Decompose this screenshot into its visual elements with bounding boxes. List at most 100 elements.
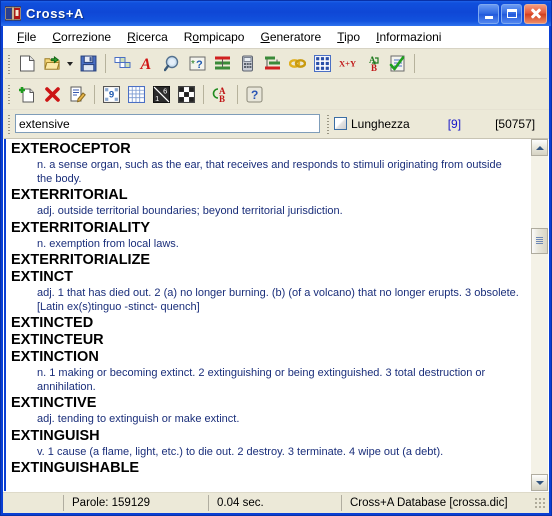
entry-word[interactable]: EXTINCTEUR xyxy=(11,332,526,349)
client-area: File Correzione Ricerca Rompicapo Genera… xyxy=(3,26,549,513)
scroll-track[interactable] xyxy=(531,156,548,474)
search-grip[interactable] xyxy=(5,113,12,134)
vertical-scrollbar[interactable] xyxy=(530,139,548,491)
scroll-up-icon xyxy=(535,145,544,150)
svg-text:B: B xyxy=(219,94,225,103)
toolbar2-separator-2 xyxy=(203,84,204,104)
dictionary-panel: EXTEROCEPTOR n. a sense organ, such as th… xyxy=(3,138,549,492)
entry-definition: adj. outside territorial boundaries; bey… xyxy=(37,205,343,217)
search-magnifier-icon[interactable] xyxy=(161,52,184,75)
blank-grid-icon[interactable] xyxy=(125,83,148,106)
menu-file[interactable]: File xyxy=(9,28,44,46)
application-window: Cross+A File Correzione Ricerca Rompicap… xyxy=(0,0,552,516)
entry-word[interactable]: EXTINCTED xyxy=(11,315,526,332)
wildcard-pattern-icon[interactable]: * ? xyxy=(186,52,209,75)
menu-informazioni[interactable]: Informazioni xyxy=(368,28,449,46)
menu-rompicapo[interactable]: Rompicapo xyxy=(176,28,253,46)
status-time: 0.04 sec. xyxy=(208,495,341,511)
close-icon xyxy=(530,8,541,19)
selected-count: [9] xyxy=(447,116,462,131)
toolbar2-separator-1 xyxy=(94,84,95,104)
add-word-icon[interactable] xyxy=(16,83,39,106)
minimize-button[interactable] xyxy=(478,3,499,24)
cipher-a-b-icon[interactable]: A B xyxy=(209,83,232,106)
scroll-up-button[interactable] xyxy=(531,139,548,156)
menu-informazioni-rest: nformazioni xyxy=(379,30,442,44)
menu-ricerca-rest: icerca xyxy=(135,30,168,44)
svg-text:6: 6 xyxy=(163,86,167,95)
help-question-icon[interactable]: ? xyxy=(243,83,266,106)
edit-word-icon[interactable] xyxy=(66,83,89,106)
anagram-letter-a-icon[interactable]: A xyxy=(136,52,159,75)
scroll-down-button[interactable] xyxy=(531,474,548,491)
search-row: Lunghezza [9] [50757] xyxy=(3,109,549,137)
maximize-icon xyxy=(506,9,517,18)
svg-text:X+Y: X+Y xyxy=(339,59,356,69)
search-options: Lunghezza [9] [50757] xyxy=(324,112,549,135)
entry-word[interactable]: EXTERRITORIAL xyxy=(11,187,526,204)
entry-definition: v. 1 cause (a flame, light, etc.) to die… xyxy=(37,445,444,458)
toolbar-grip-2[interactable] xyxy=(5,84,12,104)
entry-word[interactable]: EXTEROCEPTOR xyxy=(11,141,526,158)
open-folder-icon[interactable] xyxy=(41,52,64,75)
options-grip[interactable] xyxy=(324,113,331,134)
delete-word-icon[interactable] xyxy=(41,83,64,106)
entry-word[interactable]: EXTINGUISH xyxy=(11,428,526,445)
menu-generatore[interactable]: Generatore xyxy=(252,28,329,46)
chain-links-icon[interactable] xyxy=(286,52,309,75)
toolbar2-separator-3 xyxy=(237,84,238,104)
open-dropdown-arrow-icon[interactable] xyxy=(65,52,74,75)
toolbar-separator-end xyxy=(414,54,415,73)
window-title: Cross+A xyxy=(26,6,85,21)
menu-correzione-rest: orrezione xyxy=(61,30,112,44)
menu-file-rest: ile xyxy=(24,30,37,44)
entry-word[interactable]: EXTERRITORIALIZE xyxy=(11,252,526,269)
x-plus-y-icon[interactable]: X+Y xyxy=(336,52,359,75)
new-document-icon[interactable] xyxy=(16,52,39,75)
menu-correzione[interactable]: Correzione xyxy=(44,28,119,46)
menu-bar: File Correzione Ricerca Rompicapo Genera… xyxy=(3,26,549,49)
entry-word[interactable]: EXTERRITORIALITY xyxy=(11,220,526,237)
resize-grip-icon[interactable] xyxy=(534,497,546,509)
entry-definition: adj. 1 that has died out. 2 (a) no longe… xyxy=(37,287,519,313)
dictionary-list[interactable]: EXTEROCEPTOR n. a sense organ, such as th… xyxy=(4,139,530,491)
toolbar-grip[interactable] xyxy=(5,53,12,74)
total-count: [50757] xyxy=(495,116,536,131)
entry-word[interactable]: EXTINCTION xyxy=(11,349,526,366)
length-checkbox[interactable] xyxy=(334,117,347,130)
checklist-check-icon[interactable] xyxy=(386,52,409,75)
toolbar-area: A * ? X+Y A B 9 1 6 A B ? xyxy=(3,49,549,109)
toolbar-row-1: A * ? X+Y A B xyxy=(3,49,549,78)
status-word-count: Parole: 159129 xyxy=(63,495,208,511)
entry-definition: adj. tending to extinguish or make extin… xyxy=(37,413,240,425)
letter-matrix-icon[interactable] xyxy=(311,52,334,75)
entry-definition: n. a sense organ, such as the ear, that … xyxy=(37,159,502,185)
status-bar: Parole: 159129 0.04 sec. Cross+A Databas… xyxy=(3,492,549,513)
close-button[interactable] xyxy=(524,3,547,24)
toolbar-row-2: 9 1 6 A B ? xyxy=(3,79,549,109)
maximize-button[interactable] xyxy=(501,3,522,24)
entry-word[interactable]: EXTINGUISHABLE xyxy=(11,460,526,477)
kakuro-grid-icon[interactable]: 1 6 xyxy=(150,83,173,106)
svg-text:A: A xyxy=(140,56,152,72)
menu-tipo[interactable]: Tipo xyxy=(329,28,368,46)
a-to-b-convert-icon[interactable]: A B xyxy=(361,52,384,75)
menu-ricerca[interactable]: Ricerca xyxy=(119,28,176,46)
entry-definition: n. exemption from local laws. xyxy=(37,237,179,250)
title-bar: Cross+A xyxy=(1,1,551,26)
entry-word[interactable]: EXTINCTIVE xyxy=(11,395,526,412)
crossword-grid-icon[interactable] xyxy=(111,52,134,75)
word-ladder-icon[interactable] xyxy=(211,52,234,75)
sudoku-grid-icon[interactable]: 9 xyxy=(100,83,123,106)
sorting-lines-icon[interactable] xyxy=(261,52,284,75)
scroll-thumb[interactable] xyxy=(531,228,548,254)
scroll-down-icon xyxy=(535,480,544,485)
save-disk-icon[interactable] xyxy=(77,52,100,75)
entry-word[interactable]: EXTINCT xyxy=(11,269,526,286)
search-input[interactable] xyxy=(15,114,320,133)
svg-text:9: 9 xyxy=(109,89,114,100)
phone-keypad-icon[interactable] xyxy=(236,52,259,75)
filled-grid-icon[interactable] xyxy=(175,83,198,106)
menu-rompicapo-rest: mpicapo xyxy=(199,30,245,44)
toolbar-separator xyxy=(105,54,106,73)
